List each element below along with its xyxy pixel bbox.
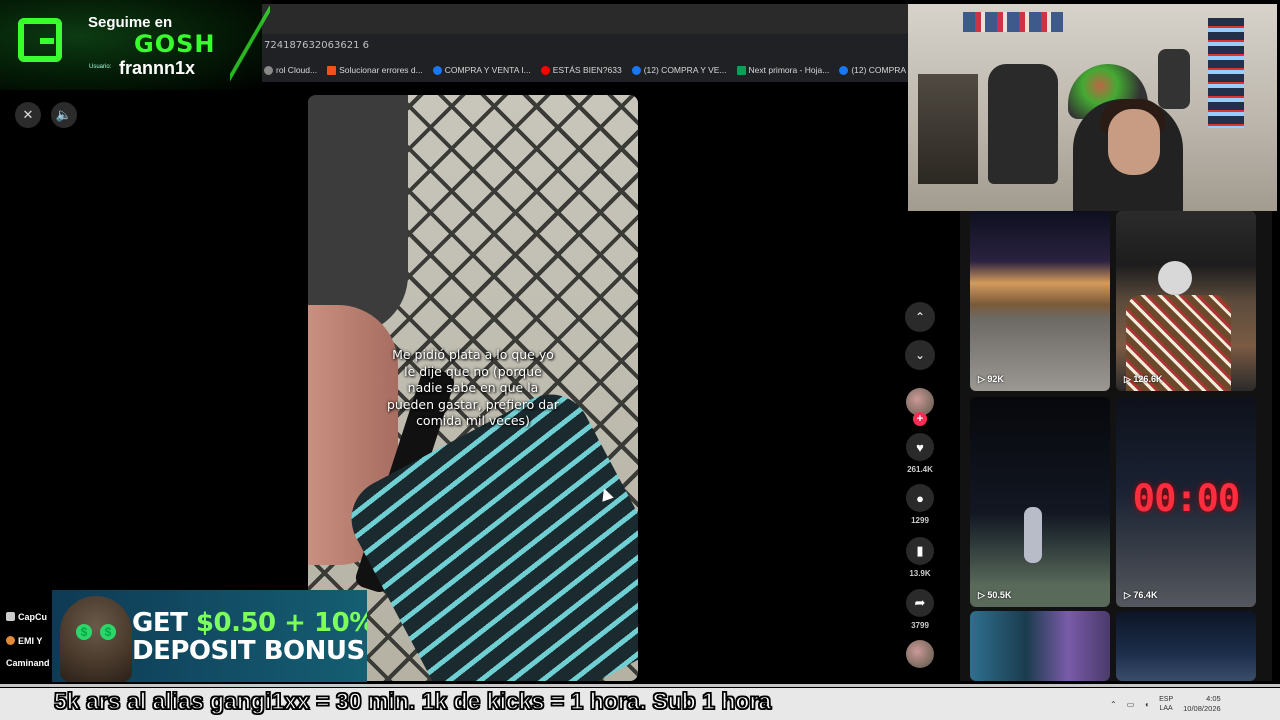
- system-tray: ⌃ ▭ ◖ ESP LAA 4:05 10/08/2026: [1110, 694, 1221, 714]
- youtube-icon: [540, 65, 550, 75]
- sound-disc-icon[interactable]: [906, 640, 934, 668]
- ad-headline: GET $0.50 + 10%: [132, 608, 367, 638]
- cam-vending-machine: [1208, 18, 1244, 128]
- cam-gaming-chair: [988, 64, 1058, 184]
- dollar-eye-icon: $: [100, 624, 116, 640]
- url-text: 724187632063621 6: [264, 40, 369, 51]
- speaker-icon[interactable]: ◖: [1144, 700, 1149, 709]
- video-caption: Me pidió plata a lo que yo le dije que n…: [386, 347, 560, 428]
- video-thumbnail[interactable]: [970, 611, 1110, 681]
- bookmark-item[interactable]: Solucionar errores d...: [327, 65, 423, 75]
- cam-background-chair: [1158, 49, 1190, 109]
- bookmark-item[interactable]: (12) COMPRA Y VE...: [631, 65, 727, 75]
- streamer-username: frannn1x: [119, 58, 196, 78]
- decorative-slash: [230, 6, 270, 86]
- heart-icon: ♥: [906, 433, 934, 461]
- sheets-icon: [736, 65, 746, 75]
- language-indicator[interactable]: ESP LAA: [1159, 695, 1173, 713]
- next-video-button[interactable]: ⌄: [905, 340, 935, 370]
- video-thumbnail[interactable]: ▷ 92K: [970, 211, 1110, 391]
- bookmark-item[interactable]: ESTÁS BIEN?633: [540, 65, 622, 75]
- dollar-eye-icon: $: [76, 624, 92, 640]
- comment-action[interactable]: ● 1299: [904, 484, 936, 525]
- chat-badge-icon: [6, 612, 15, 621]
- volume-button[interactable]: 🔈: [51, 102, 77, 128]
- video-shadow-area: [308, 95, 408, 335]
- cam-display-case: [918, 74, 978, 184]
- view-count: ▷ 92K: [978, 374, 1004, 384]
- deposit-bonus-ad[interactable]: $ $ GET $0.50 + 10% DEPOSIT BONUS: [52, 590, 367, 682]
- facebook-icon: [631, 65, 641, 75]
- bookmark-icon: ▮: [906, 537, 934, 565]
- view-count: ▷ 126.6K: [1124, 374, 1163, 384]
- chat-message: Caminand: [6, 658, 50, 668]
- ad-mascot-icon: $ $: [60, 596, 132, 682]
- webcam-feed: [908, 4, 1277, 211]
- save-action[interactable]: ▮ 13.9K: [904, 537, 936, 578]
- follow-text: Seguime en: [88, 14, 173, 31]
- thumb-figure: [1024, 507, 1042, 563]
- cam-face: [1108, 109, 1160, 175]
- video-thumbnail[interactable]: ▷ 50.5K: [970, 397, 1110, 607]
- platform-name: GOSH: [134, 30, 216, 58]
- video-thumbnail[interactable]: [1116, 611, 1256, 681]
- comment-icon: ●: [906, 484, 934, 512]
- share-action[interactable]: ➦ 3799: [904, 589, 936, 630]
- facebook-icon: [839, 65, 849, 75]
- video-thumbnail[interactable]: 00:00 ▷ 76.4K: [1116, 397, 1256, 607]
- bookmark-item[interactable]: rol Cloud...: [264, 65, 317, 75]
- close-button[interactable]: ✕: [15, 102, 41, 128]
- volume-icon: 🔈: [55, 107, 73, 122]
- share-icon: ➦: [906, 589, 934, 617]
- view-count: ▷ 76.4K: [1124, 590, 1158, 600]
- chevron-up-icon: ⌃: [914, 310, 926, 324]
- gosh-logo-icon: [18, 18, 62, 62]
- like-action[interactable]: ♥ 261.4K: [904, 433, 936, 474]
- chat-badge-icon: [6, 636, 15, 645]
- video-progress-bar[interactable]: [0, 684, 1280, 687]
- view-count: ▷ 50.5K: [978, 590, 1012, 600]
- previous-video-button[interactable]: ⌃: [905, 302, 935, 332]
- ad-subheadline: DEPOSIT BONUS: [132, 636, 365, 666]
- chevron-up-icon[interactable]: ⌃: [1110, 700, 1117, 709]
- comment-count: 1299: [911, 516, 929, 525]
- facebook-icon: [432, 65, 442, 75]
- chat-message: CapCu: [6, 612, 47, 622]
- browser-tab-strip: [262, 4, 908, 34]
- chevron-down-icon: ⌄: [914, 348, 926, 362]
- bookmark-item[interactable]: Next primora - Hoja...: [736, 65, 829, 75]
- close-icon: ✕: [22, 107, 34, 122]
- save-count: 13.9K: [909, 569, 931, 578]
- follow-plus-button[interactable]: +: [913, 412, 927, 426]
- like-count: 261.4K: [907, 465, 933, 474]
- bookmarks-bar: rol Cloud... Solucionar errores d... COM…: [262, 58, 934, 82]
- network-icon[interactable]: ▭: [1127, 700, 1135, 709]
- stream-screen: 724187632063621 6 rol Cloud... Soluciona…: [0, 0, 1280, 720]
- user-label: Usuario:: [89, 64, 112, 70]
- thumb-helmet: [1158, 261, 1192, 295]
- clock[interactable]: 4:05 10/08/2026: [1183, 694, 1221, 714]
- address-bar[interactable]: 724187632063621 6: [262, 34, 908, 58]
- bookmark-item[interactable]: COMPRA Y VENTA I...: [432, 65, 531, 75]
- chat-message: EMI Y: [6, 636, 42, 646]
- gosh-branding-overlay: Seguime en GOSH Usuario: frannn1x: [0, 0, 270, 90]
- donation-marquee: 5k ars al alias gangi1xx = 30 min. 1k de…: [53, 687, 772, 715]
- cam-shelf: [963, 12, 1063, 32]
- video-thumbnail[interactable]: ▷ 126.6K: [1116, 211, 1256, 391]
- thumb-timer-overlay: 00:00: [1132, 477, 1240, 520]
- share-count: 3799: [911, 621, 929, 630]
- windows-icon: [327, 65, 337, 75]
